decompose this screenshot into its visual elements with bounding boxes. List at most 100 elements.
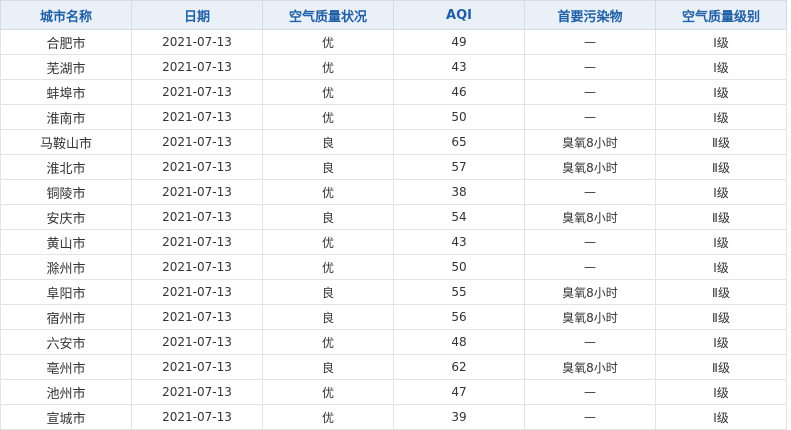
status-cell: 优 [262,329,394,355]
aqi-cell: 39 [393,404,525,430]
date-cell: 2021-07-13 [131,229,263,255]
date-cell: 2021-07-13 [131,354,263,380]
date-cell: 2021-07-13 [131,154,263,180]
table-row: 安庆市 2021-07-13 良 54 臭氧8小时 Ⅱ级 [0,204,787,230]
table-row: 铜陵市 2021-07-13 优 38 — Ⅰ级 [0,179,787,205]
level-cell: Ⅱ级 [655,129,787,155]
aqi-cell: 56 [393,304,525,330]
table-row: 蚌埠市 2021-07-13 优 46 — Ⅰ级 [0,79,787,105]
pollutant-cell: 臭氧8小时 [524,279,656,305]
pollutant-cell: 臭氧8小时 [524,204,656,230]
pollutant-cell: — [524,329,656,355]
level-cell: Ⅰ级 [655,29,787,55]
pollutant-cell: — [524,404,656,430]
status-cell: 优 [262,179,394,205]
status-cell: 优 [262,229,394,255]
date-cell: 2021-07-13 [131,54,263,80]
city-cell: 淮南市 [0,104,132,130]
level-cell: Ⅰ级 [655,329,787,355]
date-cell: 2021-07-13 [131,279,263,305]
header-city-name: 城市名称 [0,0,132,30]
aqi-cell: 47 [393,379,525,405]
date-cell: 2021-07-13 [131,29,263,55]
aqi-cell: 50 [393,254,525,280]
pollutant-cell: 臭氧8小时 [524,304,656,330]
table-row: 阜阳市 2021-07-13 良 55 臭氧8小时 Ⅱ级 [0,279,787,305]
level-cell: Ⅱ级 [655,204,787,230]
aqi-cell: 38 [393,179,525,205]
date-cell: 2021-07-13 [131,179,263,205]
pollutant-cell: — [524,179,656,205]
aqi-cell: 43 [393,229,525,255]
level-cell: Ⅰ级 [655,229,787,255]
city-cell: 铜陵市 [0,179,132,205]
date-cell: 2021-07-13 [131,404,263,430]
table-header: 城市名称 日期 空气质量状况 AQI 首要污染物 空气质量级别 [0,0,787,30]
city-cell: 黄山市 [0,229,132,255]
city-cell: 蚌埠市 [0,79,132,105]
pollutant-cell: 臭氧8小时 [524,354,656,380]
level-cell: Ⅰ级 [655,179,787,205]
date-cell: 2021-07-13 [131,329,263,355]
header-air-quality-status: 空气质量状况 [262,0,394,30]
pollutant-cell: — [524,29,656,55]
table-body: 合肥市 2021-07-13 优 49 — Ⅰ级 芜湖市 2021-07-13 … [0,29,787,430]
level-cell: Ⅰ级 [655,104,787,130]
level-cell: Ⅱ级 [655,154,787,180]
status-cell: 良 [262,279,394,305]
header-air-quality-level: 空气质量级别 [655,0,787,30]
aqi-cell: 57 [393,154,525,180]
header-primary-pollutant: 首要污染物 [524,0,656,30]
level-cell: Ⅰ级 [655,254,787,280]
status-cell: 良 [262,204,394,230]
header-aqi: AQI [393,0,525,30]
date-cell: 2021-07-13 [131,204,263,230]
city-cell: 安庆市 [0,204,132,230]
table-row: 池州市 2021-07-13 优 47 — Ⅰ级 [0,379,787,405]
city-cell: 芜湖市 [0,54,132,80]
city-cell: 亳州市 [0,354,132,380]
level-cell: Ⅰ级 [655,54,787,80]
aqi-cell: 54 [393,204,525,230]
date-cell: 2021-07-13 [131,104,263,130]
table-row: 宿州市 2021-07-13 良 56 臭氧8小时 Ⅱ级 [0,304,787,330]
aqi-cell: 43 [393,54,525,80]
status-cell: 优 [262,404,394,430]
city-cell: 宿州市 [0,304,132,330]
status-cell: 良 [262,354,394,380]
city-cell: 六安市 [0,329,132,355]
status-cell: 良 [262,129,394,155]
level-cell: Ⅰ级 [655,79,787,105]
status-cell: 优 [262,29,394,55]
pollutant-cell: 臭氧8小时 [524,154,656,180]
table-row: 六安市 2021-07-13 优 48 — Ⅰ级 [0,329,787,355]
city-cell: 滁州市 [0,254,132,280]
pollutant-cell: — [524,254,656,280]
date-cell: 2021-07-13 [131,129,263,155]
status-cell: 优 [262,254,394,280]
pollutant-cell: — [524,379,656,405]
aqi-cell: 62 [393,354,525,380]
aqi-cell: 49 [393,29,525,55]
status-cell: 优 [262,104,394,130]
level-cell: Ⅱ级 [655,279,787,305]
date-cell: 2021-07-13 [131,304,263,330]
pollutant-cell: — [524,229,656,255]
table-row: 合肥市 2021-07-13 优 49 — Ⅰ级 [0,29,787,55]
level-cell: Ⅱ级 [655,304,787,330]
pollutant-cell: — [524,79,656,105]
city-cell: 马鞍山市 [0,129,132,155]
city-cell: 阜阳市 [0,279,132,305]
pollutant-cell: 臭氧8小时 [524,129,656,155]
header-row: 城市名称 日期 空气质量状况 AQI 首要污染物 空气质量级别 [0,0,787,30]
level-cell: Ⅱ级 [655,354,787,380]
aqi-cell: 50 [393,104,525,130]
table-row: 亳州市 2021-07-13 良 62 臭氧8小时 Ⅱ级 [0,354,787,380]
status-cell: 优 [262,54,394,80]
table-row: 黄山市 2021-07-13 优 43 — Ⅰ级 [0,229,787,255]
aqi-cell: 48 [393,329,525,355]
table-row: 宣城市 2021-07-13 优 39 — Ⅰ级 [0,404,787,430]
city-cell: 池州市 [0,379,132,405]
date-cell: 2021-07-13 [131,254,263,280]
date-cell: 2021-07-13 [131,79,263,105]
